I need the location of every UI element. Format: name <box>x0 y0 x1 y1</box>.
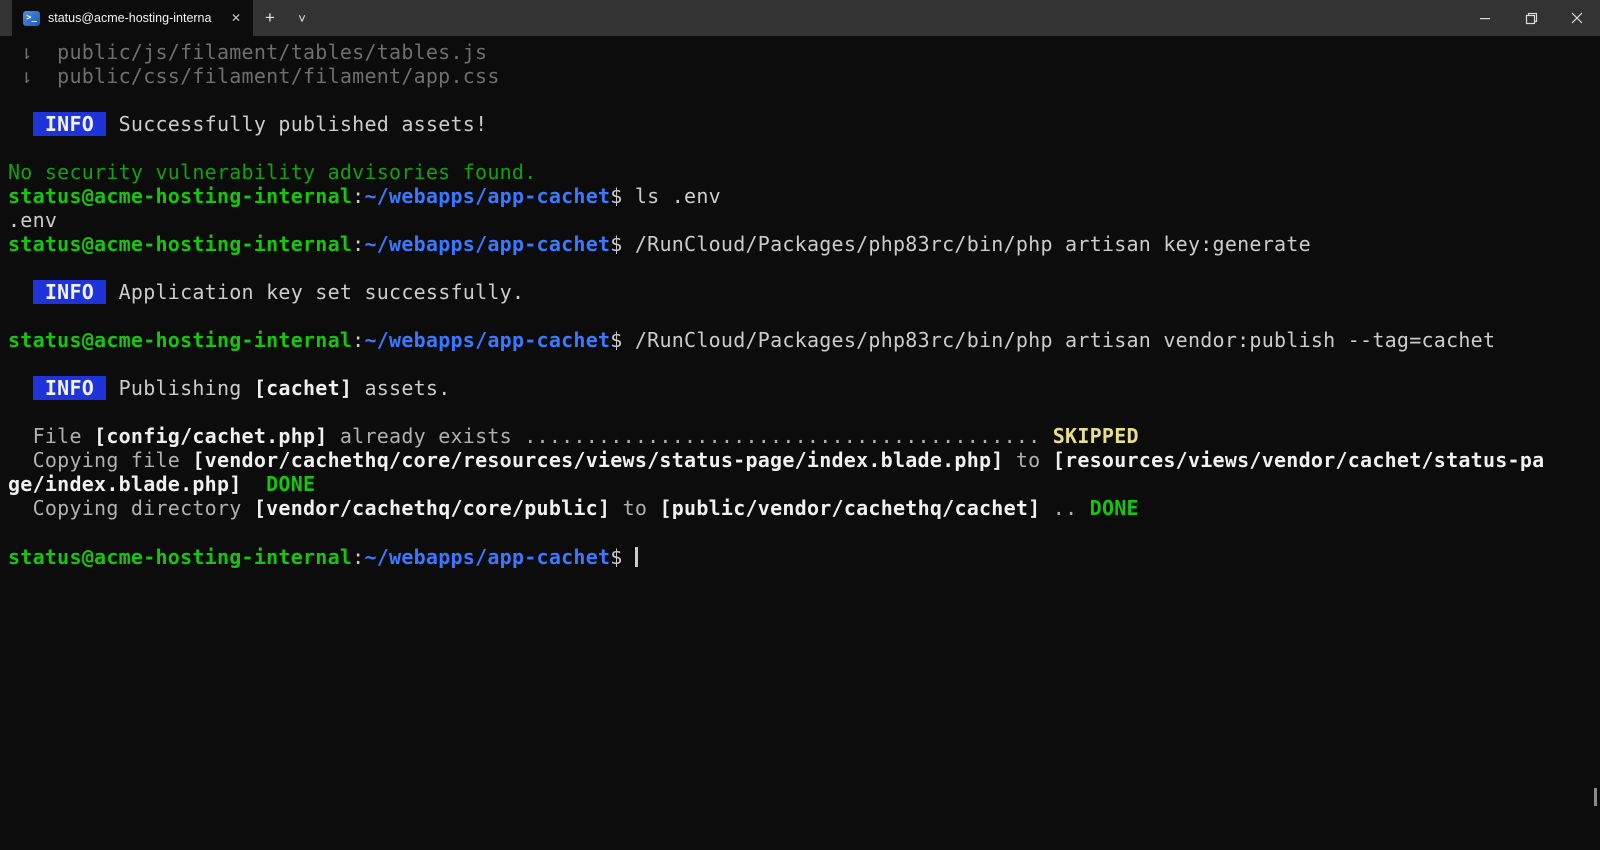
tab-title: status@acme-hosting-interna <box>48 11 219 25</box>
tab-close-button[interactable]: ✕ <box>227 9 245 27</box>
terminal-text: INFO <box>33 112 107 136</box>
terminal-text: File <box>8 424 94 448</box>
terminal-text: already exists <box>328 424 525 448</box>
terminal-text <box>623 545 635 569</box>
new-tab-button[interactable]: + <box>253 0 287 36</box>
terminal-line: INFO Application key set successfully. <box>8 280 1592 304</box>
terminal-line: No security vulnerability advisories fou… <box>8 160 1592 184</box>
terminal-text: INFO <box>33 280 107 304</box>
terminal-line: .env <box>8 208 1592 232</box>
terminal-text <box>8 376 33 400</box>
terminal-tab[interactable]: >_ status@acme-hosting-interna ✕ <box>12 0 253 36</box>
terminal-line: status@acme-hosting-internal:~/webapps/a… <box>8 328 1592 352</box>
terminal-line <box>8 256 1592 280</box>
terminal-text: ⇂ public/js/filament/tables/tables.js <box>8 40 487 64</box>
terminal-text: [public/vendor/cachethq/cachet] <box>659 496 1040 520</box>
terminal-text: ........................................… <box>524 424 1040 448</box>
terminal-line: INFO Publishing [cachet] assets. <box>8 376 1592 400</box>
restore-button[interactable] <box>1508 0 1554 36</box>
terminal-line: File [config/cachet.php] already exists … <box>8 424 1592 448</box>
terminal-text: status@acme-hosting-internal <box>8 545 352 569</box>
terminal-text: /RunCloud/Packages/php83rc/bin/php artis… <box>623 232 1311 256</box>
terminal-text: INFO <box>33 376 107 400</box>
terminal-output: ⇂ public/js/filament/tables/tables.js ⇂ … <box>8 40 1592 568</box>
terminal-line <box>8 400 1592 424</box>
terminal-line: status@acme-hosting-internal:~/webapps/a… <box>8 232 1592 256</box>
terminal-text: : <box>352 184 364 208</box>
restore-icon <box>1525 12 1538 25</box>
terminal-text: assets. <box>352 376 450 400</box>
terminal-text: [vendor/cachethq/core/public] <box>254 496 610 520</box>
powershell-icon: >_ <box>23 11 40 26</box>
minimize-icon <box>1479 12 1491 24</box>
terminal-text: [resources/views/vendor/cachet/status-pa <box>1053 448 1545 472</box>
minimize-button[interactable] <box>1462 0 1508 36</box>
terminal-text: DONE <box>1090 496 1139 520</box>
terminal-text: ls .env <box>623 184 721 208</box>
terminal-line <box>8 88 1592 112</box>
terminal-text: $ <box>610 184 622 208</box>
terminal-line <box>8 352 1592 376</box>
terminal-text: .. <box>1040 496 1089 520</box>
terminal-line: ⇂ public/css/filament/filament/app.css <box>8 64 1592 88</box>
terminal-text: status@acme-hosting-internal <box>8 232 352 256</box>
terminal-line: status@acme-hosting-internal:~/webapps/a… <box>8 544 1592 568</box>
terminal-text: ~/webapps/app-cachet <box>364 232 610 256</box>
terminal-text: : <box>352 545 364 569</box>
terminal-line: INFO Successfully published assets! <box>8 112 1592 136</box>
terminal-text <box>242 472 267 496</box>
terminal-text: [cachet] <box>254 376 352 400</box>
terminal-text: No security vulnerability advisories fou… <box>8 160 537 184</box>
terminal-text: ~/webapps/app-cachet <box>364 545 610 569</box>
terminal-text: SKIPPED <box>1053 424 1139 448</box>
terminal-line: Copying file [vendor/cachethq/core/resou… <box>8 448 1592 472</box>
terminal-text <box>1040 424 1052 448</box>
terminal-line <box>8 520 1592 544</box>
terminal-text: status@acme-hosting-internal <box>8 328 352 352</box>
terminal-line <box>8 136 1592 160</box>
terminal-line: status@acme-hosting-internal:~/webapps/a… <box>8 184 1592 208</box>
terminal-line: ⇂ public/js/filament/tables/tables.js <box>8 40 1592 64</box>
terminal-viewport[interactable]: ⇂ public/js/filament/tables/tables.js ⇂ … <box>0 36 1600 850</box>
terminal-text: DONE <box>266 472 315 496</box>
tab-bar: >_ status@acme-hosting-interna ✕ + ˅ <box>0 0 1600 36</box>
terminal-text: Copying directory <box>8 496 254 520</box>
terminal-text: Publishing <box>106 376 254 400</box>
terminal-text <box>8 280 33 304</box>
terminal-text: Copying file <box>8 448 192 472</box>
terminal-text: : <box>352 328 364 352</box>
terminal-text: to <box>610 496 659 520</box>
terminal-text: [config/cachet.php] <box>94 424 328 448</box>
terminal-text: .env <box>8 208 57 232</box>
terminal-line <box>8 304 1592 328</box>
titlebar-drag-area <box>317 0 1462 36</box>
terminal-text: ge/index.blade.php] <box>8 472 242 496</box>
terminal-text: $ <box>610 328 622 352</box>
terminal-text: Application key set successfully. <box>106 280 524 304</box>
terminal-text: ⇂ public/css/filament/filament/app.css <box>8 64 500 88</box>
terminal-text: status@acme-hosting-internal <box>8 184 352 208</box>
terminal-text: /RunCloud/Packages/php83rc/bin/php artis… <box>623 328 1496 352</box>
terminal-line: Copying directory [vendor/cachethq/core/… <box>8 496 1592 520</box>
tab-dropdown-button[interactable]: ˅ <box>287 0 317 36</box>
terminal-text: ~/webapps/app-cachet <box>364 184 610 208</box>
terminal-text: $ <box>610 545 622 569</box>
terminal-text <box>8 112 33 136</box>
terminal-line: ge/index.blade.php] DONE <box>8 472 1592 496</box>
window-close-icon <box>1571 12 1583 24</box>
terminal-text: $ <box>610 232 622 256</box>
window-close-button[interactable] <box>1554 0 1600 36</box>
terminal-text: Successfully published assets! <box>106 112 487 136</box>
terminal-text: : <box>352 232 364 256</box>
terminal-text: ~/webapps/app-cachet <box>364 328 610 352</box>
terminal-text: [vendor/cachethq/core/resources/views/st… <box>192 448 1003 472</box>
scrollbar-thumb[interactable] <box>1594 788 1597 806</box>
terminal-cursor <box>635 547 638 567</box>
terminal-text: to <box>1004 448 1053 472</box>
